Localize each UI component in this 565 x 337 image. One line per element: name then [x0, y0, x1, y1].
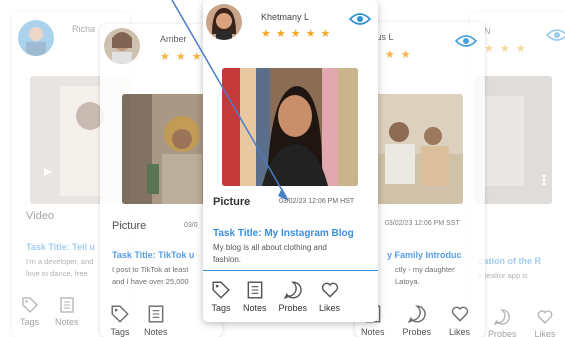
star-icon: ★ [191, 51, 202, 63]
likes-button[interactable]: Likes [449, 304, 470, 337]
tag-icon [212, 281, 230, 299]
star-icon: ★ [515, 43, 526, 55]
tag-icon [111, 305, 129, 323]
post-card-khetmany[interactable]: Khetmany L ★ ★ ★ ★ ★ Picture 03/02/23 12… [203, 0, 378, 322]
action-bar: Tags Notes Probes Likes [211, 280, 340, 313]
probes-button[interactable]: Probes [402, 304, 432, 337]
rating-stars: ★ ★ ★ [160, 52, 202, 63]
notes-label: Notes [55, 317, 79, 327]
probes-button[interactable]: Probes [278, 280, 308, 313]
tags-label: Tags [20, 317, 40, 327]
task-title-link[interactable]: gation of the R [478, 256, 541, 266]
likes-label: Likes [319, 303, 341, 313]
probes-label: Probes [488, 329, 517, 337]
star-icon: ★ [484, 43, 494, 55]
heart-icon [451, 306, 468, 322]
post-date: 03/0 [184, 222, 198, 229]
notes-button[interactable]: Notes [55, 296, 79, 327]
notes-button[interactable]: Notes [144, 304, 168, 337]
tag-icon [21, 297, 38, 313]
post-type: Picture [213, 196, 251, 208]
creator-name: Khetmany L [261, 12, 310, 22]
notes-icon [148, 305, 164, 323]
likes-label: Likes [449, 327, 471, 337]
probes-label: Probes [402, 327, 432, 337]
post-image[interactable] [371, 94, 463, 204]
creator-name: Richa [72, 24, 96, 34]
notes-label: Notes [361, 327, 385, 337]
star-icon: ★ [400, 49, 411, 61]
post-date: 03/02/23 12:06 PM SST [385, 220, 460, 227]
eye-icon[interactable] [455, 34, 477, 48]
desc-line: My blog is all about clothing and [213, 243, 327, 252]
heart-icon [537, 310, 553, 324]
task-title-link[interactable]: y Family Introduc [387, 250, 462, 260]
tags-button[interactable]: Tags [110, 304, 130, 337]
notes-label: Notes [243, 303, 267, 313]
probe-icon [407, 305, 426, 324]
action-bar: Probes Likes [488, 308, 556, 337]
avatar [18, 20, 54, 56]
star-icon: ★ [275, 28, 286, 40]
tags-button[interactable]: Tags [211, 280, 231, 313]
likes-button[interactable]: Likes [319, 280, 340, 313]
post-description: ctly - my daughter Latoya. [395, 264, 485, 288]
post-image[interactable] [122, 94, 214, 204]
rating-stars: ★ ★ ★ [484, 44, 526, 55]
post-image[interactable] [222, 68, 358, 186]
rating-stars: ★ ★ ★ ★ ★ [261, 29, 330, 40]
tags-button[interactable]: Tags [20, 296, 39, 327]
creator-name: Amber [160, 34, 187, 44]
desc-line: e realtor app is [478, 271, 528, 280]
notes-icon [60, 297, 74, 313]
notes-button[interactable]: Notes [243, 280, 267, 313]
probes-label: Probes [278, 303, 308, 313]
post-type: Video [26, 210, 54, 222]
tags-label: Tags [110, 327, 130, 337]
video-thumbnail[interactable] [474, 76, 552, 204]
probes-button[interactable]: Probes [488, 308, 517, 337]
star-icon: ★ [175, 51, 186, 63]
desc-line: Latoya. [395, 277, 420, 286]
star-icon: ★ [290, 28, 301, 40]
desc-line: fashion. [213, 255, 242, 264]
avatar [104, 28, 140, 64]
likes-label: Likes [534, 329, 556, 337]
post-date: 03/02/23 12:06 PM HST [279, 198, 355, 205]
notes-label: Notes [144, 327, 168, 337]
post-type: Picture [112, 220, 147, 232]
heart-icon [321, 282, 338, 298]
probe-icon [283, 281, 302, 300]
action-bar: Tags Notes [20, 296, 79, 327]
star-icon: ★ [160, 51, 170, 63]
star-icon: ★ [320, 28, 331, 40]
star-icon: ★ [384, 49, 395, 61]
task-title-link[interactable]: Task Title: My Instagram Blog [213, 228, 354, 239]
probe-icon [493, 309, 511, 326]
notes-icon [247, 281, 263, 299]
star-icon: ★ [305, 28, 316, 40]
desc-line: ctly - my daughter [395, 265, 455, 274]
action-bar: Tags Notes [110, 304, 168, 337]
star-icon: ★ [499, 43, 510, 55]
divider [203, 270, 378, 271]
star-icon: ★ [261, 28, 271, 40]
eye-icon[interactable] [546, 28, 565, 42]
task-title-link[interactable]: Task Title: TikTok u [112, 250, 194, 260]
likes-button[interactable]: Likes [535, 308, 556, 337]
post-description: e realtor app is [478, 270, 565, 282]
tags-label: Tags [211, 303, 231, 313]
avatar [206, 4, 242, 40]
post-description: My blog is all about clothing and fashio… [213, 242, 373, 266]
eye-icon[interactable] [349, 12, 371, 26]
task-title-link[interactable]: Task Title: Tell u [26, 242, 95, 252]
